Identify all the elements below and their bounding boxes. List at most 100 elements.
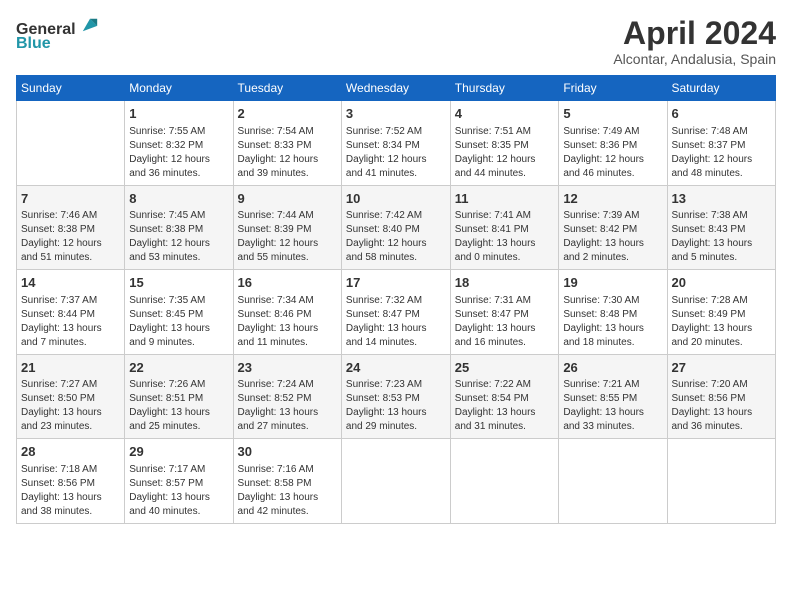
day-number: 24 (346, 359, 446, 377)
calendar-week-row: 21Sunrise: 7:27 AMSunset: 8:50 PMDayligh… (17, 354, 776, 439)
calendar-table: Sunday Monday Tuesday Wednesday Thursday… (16, 75, 776, 524)
day-info: Sunrise: 7:18 AMSunset: 8:56 PMDaylight:… (21, 463, 120, 519)
header-saturday: Saturday (667, 76, 776, 101)
day-number: 14 (21, 274, 120, 292)
day-number: 12 (563, 190, 662, 208)
day-info: Sunrise: 7:16 AMSunset: 8:58 PMDaylight:… (238, 463, 337, 519)
day-number: 30 (238, 443, 337, 461)
day-info: Sunrise: 7:35 AMSunset: 8:45 PMDaylight:… (129, 294, 228, 350)
table-row: 28 Sunrise: 7:18 AMSunset: 8:56 PMDayligh… (17, 439, 125, 524)
logo: General Blue (16, 16, 99, 53)
day-number: 26 (563, 359, 662, 377)
day-number: 25 (455, 359, 555, 377)
day-info: Sunrise: 7:48 AMSunset: 8:37 PMDaylight:… (672, 125, 772, 181)
header-wednesday: Wednesday (341, 76, 450, 101)
table-row: 17 Sunrise: 7:32 AMSunset: 8:47 PMDayligh… (341, 270, 450, 355)
day-number: 27 (672, 359, 772, 377)
day-info: Sunrise: 7:27 AMSunset: 8:50 PMDaylight:… (21, 378, 120, 434)
table-row: 12Sunrise: 7:39 AMSunset: 8:42 PMDayligh… (559, 185, 667, 270)
header-tuesday: Tuesday (233, 76, 341, 101)
day-number: 1 (129, 105, 228, 123)
table-row: 24Sunrise: 7:23 AMSunset: 8:53 PMDayligh… (341, 354, 450, 439)
main-title: April 2024 (613, 16, 776, 51)
day-number: 17 (346, 274, 446, 292)
day-number: 22 (129, 359, 228, 377)
table-row (17, 101, 125, 186)
day-info: Sunrise: 7:22 AMSunset: 8:54 PMDaylight:… (455, 378, 555, 434)
calendar-week-row: 7Sunrise: 7:46 AMSunset: 8:38 PMDaylight… (17, 185, 776, 270)
day-info: Sunrise: 7:32 AMSunset: 8:47 PMDaylight:… (346, 294, 446, 350)
day-info: Sunrise: 7:51 AMSunset: 8:35 PMDaylight:… (455, 125, 555, 181)
table-row: 15 Sunrise: 7:35 AMSunset: 8:45 PMDayligh… (125, 270, 233, 355)
day-info: Sunrise: 7:49 AMSunset: 8:36 PMDaylight:… (563, 125, 662, 181)
day-info: Sunrise: 7:55 AMSunset: 8:32 PMDaylight:… (129, 125, 228, 181)
day-number: 20 (672, 274, 772, 292)
table-row (667, 439, 776, 524)
header-monday: Monday (125, 76, 233, 101)
table-row: 19 Sunrise: 7:30 AMSunset: 8:48 PMDayligh… (559, 270, 667, 355)
day-info: Sunrise: 7:23 AMSunset: 8:53 PMDaylight:… (346, 378, 446, 434)
header-thursday: Thursday (450, 76, 559, 101)
day-info: Sunrise: 7:52 AMSunset: 8:34 PMDaylight:… (346, 125, 446, 181)
table-row: 2Sunrise: 7:54 AMSunset: 8:33 PMDaylight… (233, 101, 341, 186)
day-number: 4 (455, 105, 555, 123)
table-row: 23Sunrise: 7:24 AMSunset: 8:52 PMDayligh… (233, 354, 341, 439)
table-row: 10Sunrise: 7:42 AMSunset: 8:40 PMDayligh… (341, 185, 450, 270)
day-number: 5 (563, 105, 662, 123)
day-info: Sunrise: 7:17 AMSunset: 8:57 PMDaylight:… (129, 463, 228, 519)
day-number: 23 (238, 359, 337, 377)
calendar-header-row: Sunday Monday Tuesday Wednesday Thursday… (17, 76, 776, 101)
calendar-week-row: 14 Sunrise: 7:37 AMSunset: 8:44 PMDayligh… (17, 270, 776, 355)
day-info: Sunrise: 7:28 AMSunset: 8:49 PMDaylight:… (672, 294, 772, 350)
table-row: 1 Sunrise: 7:55 AMSunset: 8:32 PMDaylight… (125, 101, 233, 186)
page-header: General Blue April 2024 Alcontar, Andalu… (16, 16, 776, 67)
day-number: 28 (21, 443, 120, 461)
table-row: 22Sunrise: 7:26 AMSunset: 8:51 PMDayligh… (125, 354, 233, 439)
day-info: Sunrise: 7:39 AMSunset: 8:42 PMDaylight:… (563, 209, 662, 265)
table-row: 25Sunrise: 7:22 AMSunset: 8:54 PMDayligh… (450, 354, 559, 439)
table-row: 7Sunrise: 7:46 AMSunset: 8:38 PMDaylight… (17, 185, 125, 270)
day-info: Sunrise: 7:46 AMSunset: 8:38 PMDaylight:… (21, 209, 120, 265)
day-info: Sunrise: 7:26 AMSunset: 8:51 PMDaylight:… (129, 378, 228, 434)
day-info: Sunrise: 7:37 AMSunset: 8:44 PMDaylight:… (21, 294, 120, 350)
day-info: Sunrise: 7:42 AMSunset: 8:40 PMDaylight:… (346, 209, 446, 265)
day-number: 19 (563, 274, 662, 292)
day-number: 13 (672, 190, 772, 208)
table-row: 20 Sunrise: 7:28 AMSunset: 8:49 PMDayligh… (667, 270, 776, 355)
title-block: April 2024 Alcontar, Andalusia, Spain (613, 16, 776, 67)
table-row: 4 Sunrise: 7:51 AMSunset: 8:35 PMDaylight… (450, 101, 559, 186)
table-row: 6 Sunrise: 7:48 AMSunset: 8:37 PMDaylight… (667, 101, 776, 186)
table-row: 30 Sunrise: 7:16 AMSunset: 8:58 PMDayligh… (233, 439, 341, 524)
table-row (450, 439, 559, 524)
day-info: Sunrise: 7:20 AMSunset: 8:56 PMDaylight:… (672, 378, 772, 434)
day-number: 10 (346, 190, 446, 208)
table-row: 14 Sunrise: 7:37 AMSunset: 8:44 PMDayligh… (17, 270, 125, 355)
table-row: 26Sunrise: 7:21 AMSunset: 8:55 PMDayligh… (559, 354, 667, 439)
day-number: 18 (455, 274, 555, 292)
day-number: 29 (129, 443, 228, 461)
table-row: 3 Sunrise: 7:52 AMSunset: 8:34 PMDaylight… (341, 101, 450, 186)
table-row: 27Sunrise: 7:20 AMSunset: 8:56 PMDayligh… (667, 354, 776, 439)
day-info: Sunrise: 7:54 AMSunset: 8:33 PMDaylight:… (238, 125, 337, 181)
logo-icon (81, 16, 99, 34)
table-row: 8Sunrise: 7:45 AMSunset: 8:38 PMDaylight… (125, 185, 233, 270)
day-number: 3 (346, 105, 446, 123)
day-number: 8 (129, 190, 228, 208)
day-number: 15 (129, 274, 228, 292)
table-row: 21Sunrise: 7:27 AMSunset: 8:50 PMDayligh… (17, 354, 125, 439)
day-info: Sunrise: 7:21 AMSunset: 8:55 PMDaylight:… (563, 378, 662, 434)
table-row: 29 Sunrise: 7:17 AMSunset: 8:57 PMDayligh… (125, 439, 233, 524)
day-number: 7 (21, 190, 120, 208)
subtitle: Alcontar, Andalusia, Spain (613, 51, 776, 67)
day-info: Sunrise: 7:34 AMSunset: 8:46 PMDaylight:… (238, 294, 337, 350)
day-info: Sunrise: 7:45 AMSunset: 8:38 PMDaylight:… (129, 209, 228, 265)
day-info: Sunrise: 7:31 AMSunset: 8:47 PMDaylight:… (455, 294, 555, 350)
day-number: 11 (455, 190, 555, 208)
table-row: 11Sunrise: 7:41 AMSunset: 8:41 PMDayligh… (450, 185, 559, 270)
day-info: Sunrise: 7:30 AMSunset: 8:48 PMDaylight:… (563, 294, 662, 350)
day-number: 6 (672, 105, 772, 123)
table-row: 9Sunrise: 7:44 AMSunset: 8:39 PMDaylight… (233, 185, 341, 270)
day-number: 21 (21, 359, 120, 377)
table-row: 18 Sunrise: 7:31 AMSunset: 8:47 PMDayligh… (450, 270, 559, 355)
header-friday: Friday (559, 76, 667, 101)
